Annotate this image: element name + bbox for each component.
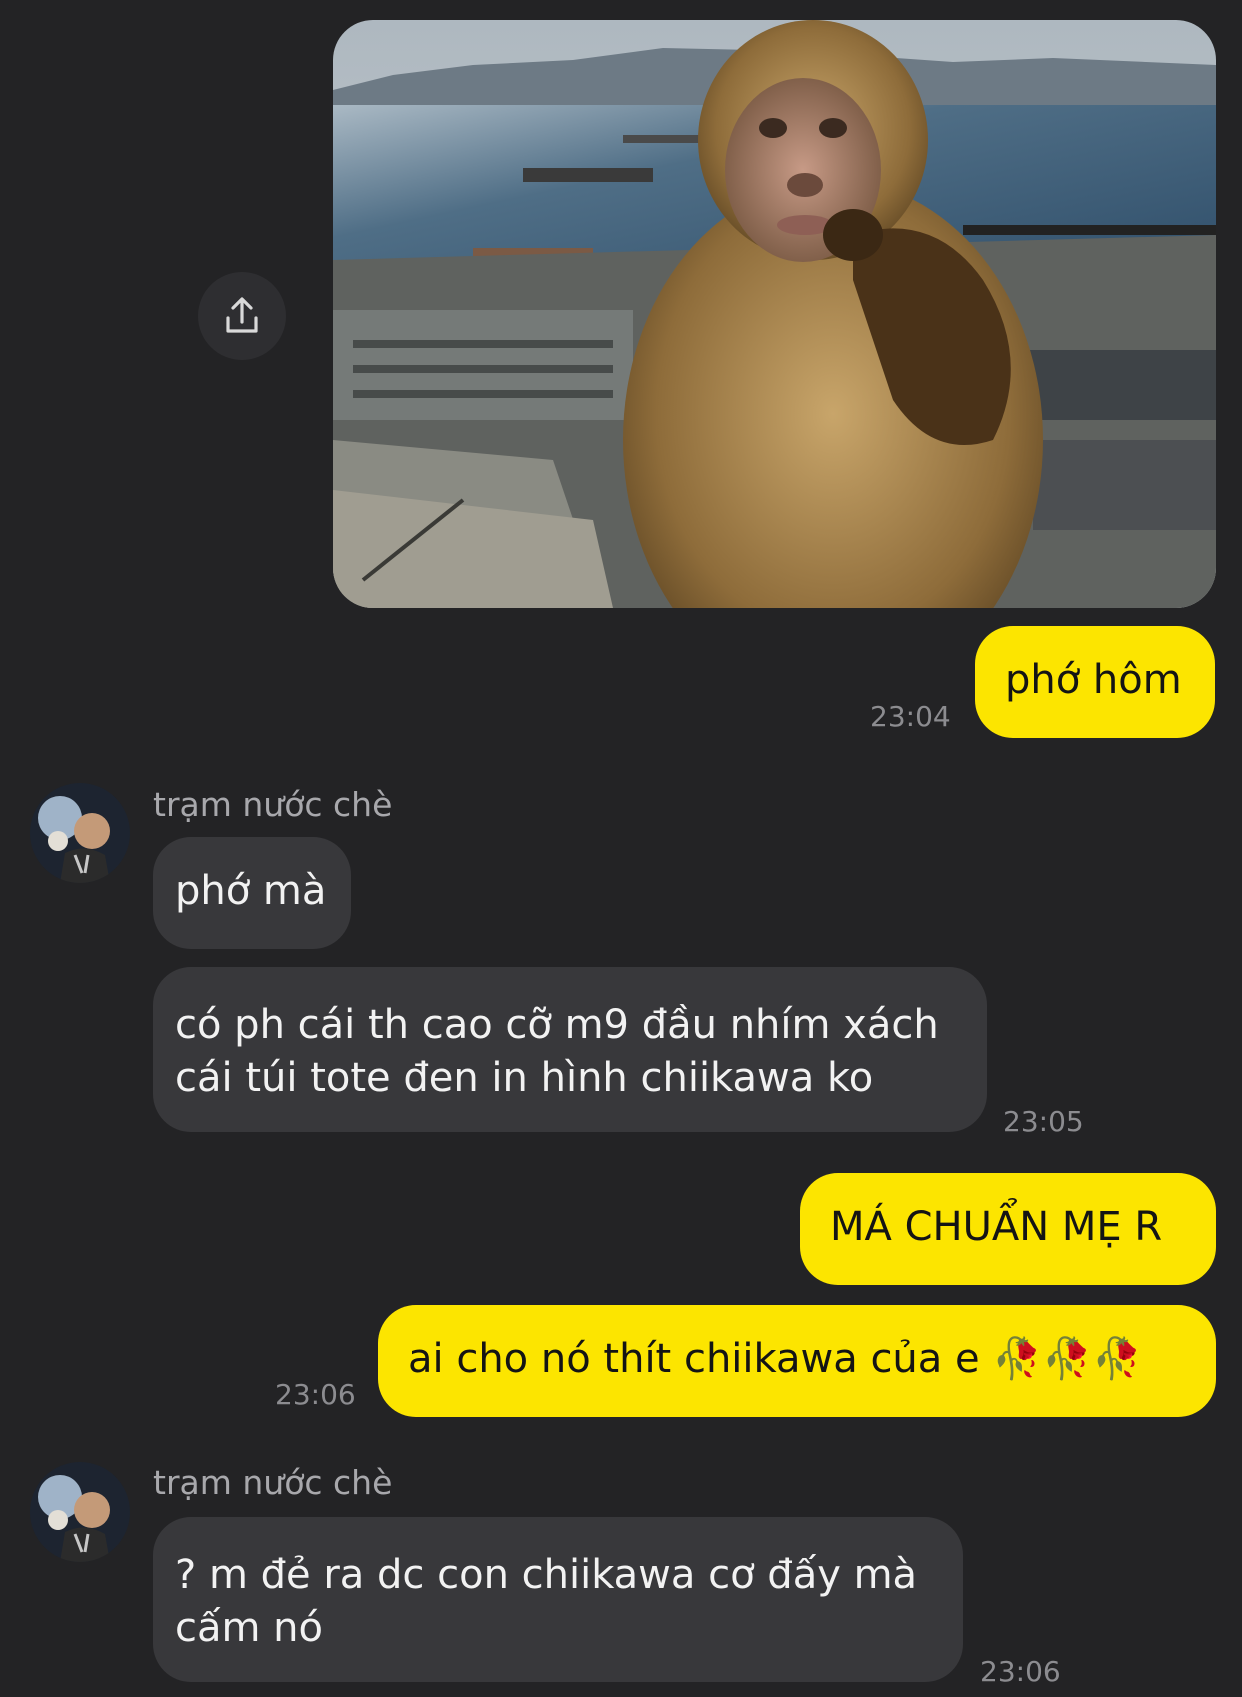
share-button[interactable] (198, 272, 286, 360)
sender-name: trạm nước chè (153, 785, 393, 824)
their-message-bubble[interactable]: có ph cái th cao cỡ m9 đầu nhím xách cái… (153, 967, 987, 1132)
wilted-rose-emoji: 🥀🥀🥀 (992, 1336, 1142, 1382)
avatar-image (30, 1462, 130, 1562)
timestamp: 23:04 (870, 700, 951, 733)
my-message-bubble[interactable]: phớ hôm (975, 626, 1215, 738)
message-photo[interactable] (333, 20, 1216, 608)
monkey-photo (333, 20, 1216, 608)
my-message-bubble[interactable]: MÁ CHUẨN MẸ R (800, 1173, 1216, 1285)
message-text: ai cho nó thít chiikawa của e (408, 1336, 980, 1382)
timestamp: 23:05 (1003, 1105, 1084, 1138)
timestamp: 23:06 (275, 1378, 356, 1411)
message-text: ? m đẻ ra dc con chiikawa cơ đấy mà cấm … (175, 1552, 918, 1651)
message-text: MÁ CHUẨN MẸ R (830, 1204, 1163, 1250)
avatar-image (30, 783, 130, 883)
message-text: phớ hôm (1005, 657, 1182, 703)
their-message-bubble[interactable]: ? m đẻ ra dc con chiikawa cơ đấy mà cấm … (153, 1517, 963, 1682)
their-message-bubble[interactable]: phớ mà (153, 837, 351, 949)
avatar[interactable] (30, 783, 130, 883)
my-message-bubble[interactable]: ai cho nó thít chiikawa của e 🥀🥀🥀 (378, 1305, 1216, 1417)
sender-name: trạm nước chè (153, 1463, 393, 1502)
avatar[interactable] (30, 1462, 130, 1562)
timestamp: 23:06 (980, 1655, 1061, 1688)
message-text: có ph cái th cao cỡ m9 đầu nhím xách cái… (175, 1002, 939, 1101)
share-icon (226, 297, 258, 333)
message-text: phớ mà (175, 868, 327, 914)
